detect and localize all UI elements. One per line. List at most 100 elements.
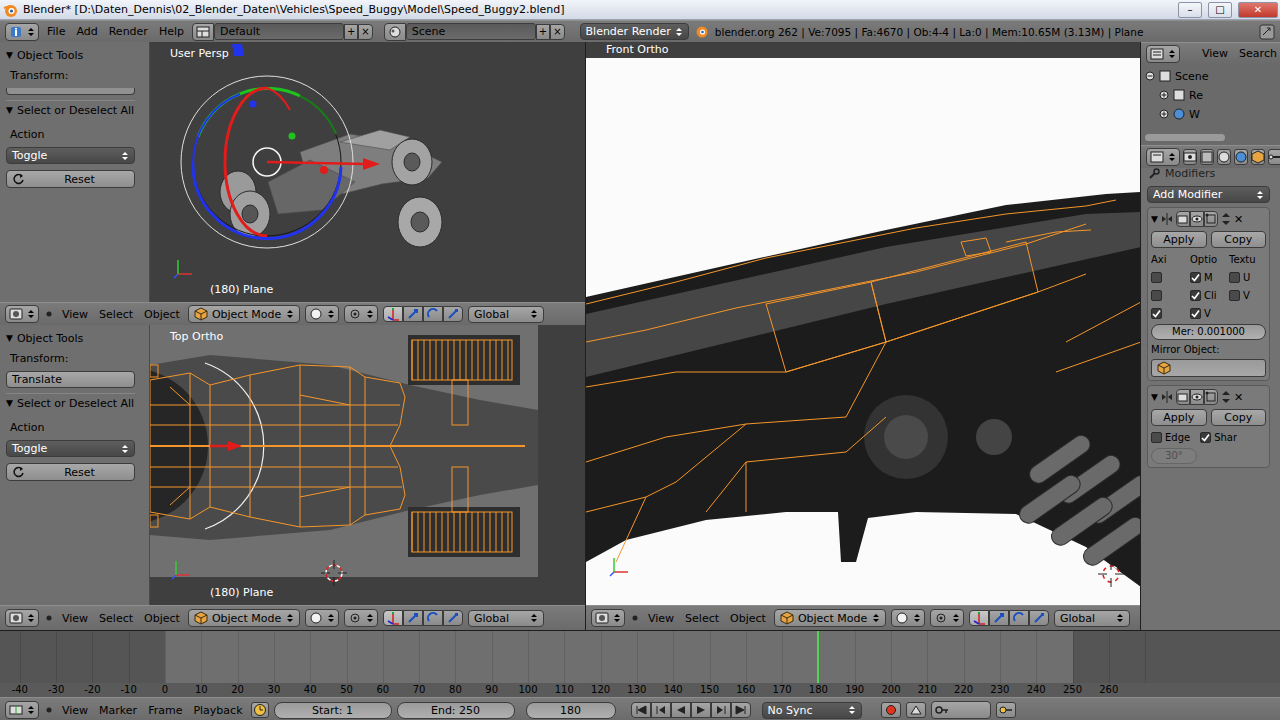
mirror-object-field[interactable]: [1151, 359, 1266, 377]
checkbox[interactable]: [1190, 290, 1201, 301]
shading-dropdown[interactable]: [891, 609, 925, 627]
checkbox[interactable]: [1229, 272, 1240, 283]
properties-editor-button[interactable]: [1146, 148, 1180, 166]
jump-end-button[interactable]: [731, 702, 751, 718]
viewport-canvas[interactable]: Top Ortho(180) Plane: [150, 325, 585, 605]
menu-item[interactable]: Select: [96, 611, 136, 626]
mode-dropdown[interactable]: Object Mode: [188, 305, 300, 323]
panel-header[interactable]: ▼Select or Deselect All: [6, 393, 135, 412]
menu-item[interactable]: View: [645, 611, 677, 626]
scale-button[interactable]: [443, 306, 463, 322]
layout-name-field[interactable]: Default: [214, 23, 344, 40]
maximize-button[interactable]: □: [1208, 2, 1232, 18]
menu-item[interactable]: View: [59, 611, 91, 626]
prev-keyframe-button[interactable]: [651, 702, 671, 718]
menu-item[interactable]: Playback: [190, 703, 245, 718]
play-reverse-button[interactable]: [671, 702, 691, 718]
render-engine-dropdown[interactable]: Blender Render: [580, 23, 689, 40]
next-keyframe-button[interactable]: [711, 702, 731, 718]
panel-header[interactable]: ▼Select or Deselect All: [6, 100, 135, 119]
rotate-button[interactable]: [423, 610, 443, 626]
checkbox[interactable]: [1151, 272, 1162, 283]
layout-browse[interactable]: [192, 23, 214, 41]
menu-toggle-icon[interactable]: [44, 705, 54, 715]
menu-item[interactable]: View: [59, 307, 91, 322]
manipulator-toggle-button[interactable]: [969, 610, 989, 626]
info-editor-button[interactable]: [5, 23, 39, 41]
menu-item[interactable]: Marker: [96, 703, 140, 718]
menu-item[interactable]: Select: [96, 307, 136, 322]
copy-button[interactable]: Copy: [1211, 231, 1267, 248]
render-toggle[interactable]: [1176, 389, 1190, 405]
checkbox[interactable]: [1151, 290, 1162, 301]
checkbox-option[interactable]: Cli: [1190, 288, 1227, 302]
move-updown-icon[interactable]: [1220, 212, 1232, 226]
expand-toggle[interactable]: [1159, 90, 1169, 100]
outliner-item[interactable]: Re: [1145, 87, 1276, 103]
delete-layout-button[interactable]: ×: [358, 24, 372, 40]
checkbox-option[interactable]: [1151, 306, 1188, 320]
collapse-icon[interactable]: ▼: [1151, 214, 1158, 224]
checkbox[interactable]: [1151, 308, 1162, 319]
mode-dropdown[interactable]: Object Mode: [774, 609, 886, 627]
scale-button[interactable]: [1029, 610, 1049, 626]
transform-button[interactable]: [6, 88, 135, 95]
collapse-icon[interactable]: ▼: [6, 50, 13, 60]
remove-modifier-button[interactable]: ✕: [1234, 213, 1243, 226]
render-tab[interactable]: [1183, 149, 1197, 165]
checkbox-option[interactable]: Shar: [1200, 430, 1237, 444]
minimize-button[interactable]: –: [1178, 2, 1202, 18]
render-layers-tab[interactable]: [1200, 149, 1214, 165]
play-button[interactable]: [691, 702, 711, 718]
viewport-canvas[interactable]: Front Ortho: [586, 42, 1140, 605]
translate-button[interactable]: [403, 306, 423, 322]
expand-toggle[interactable]: [1145, 71, 1155, 81]
transform-button[interactable]: Translate: [6, 371, 135, 388]
rotate-button[interactable]: [1009, 610, 1029, 626]
menu-item[interactable]: Help: [156, 24, 187, 39]
auto-keying-button[interactable]: [881, 702, 901, 718]
outliner-item[interactable]: W: [1145, 106, 1276, 122]
remove-modifier-button[interactable]: ✕: [1234, 391, 1243, 404]
viewport-toggle[interactable]: [1190, 389, 1204, 405]
collapse-icon[interactable]: ▼: [6, 333, 13, 343]
menu-item[interactable]: Object: [727, 611, 769, 626]
viewport-toggle[interactable]: [1190, 211, 1204, 227]
apply-button[interactable]: Apply: [1151, 231, 1207, 248]
world-tab[interactable]: [1234, 149, 1248, 165]
delete-scene-button[interactable]: ×: [550, 24, 564, 40]
reset-button[interactable]: Reset: [6, 463, 135, 481]
editmode-toggle[interactable]: [1204, 389, 1218, 405]
menu-item[interactable]: File: [44, 24, 68, 39]
render-toggle[interactable]: [1176, 211, 1190, 227]
apply-button[interactable]: Apply: [1151, 409, 1207, 426]
scale-button[interactable]: [443, 610, 463, 626]
panel-header[interactable]: ▼Object Tools: [6, 46, 135, 64]
keying-set-dropdown[interactable]: [931, 701, 991, 719]
manipulator-toggle-button[interactable]: [383, 306, 403, 322]
checkbox-option[interactable]: M: [1190, 270, 1227, 284]
timeline-editor-button[interactable]: [5, 701, 39, 719]
orientation-dropdown[interactable]: Global: [468, 306, 544, 323]
translate-button[interactable]: [989, 610, 1009, 626]
editmode-toggle[interactable]: [1204, 211, 1218, 227]
current-frame-field[interactable]: 180: [526, 702, 616, 719]
pivot-dropdown[interactable]: [344, 609, 378, 627]
menu-toggle-icon[interactable]: [44, 613, 54, 623]
jump-start-button[interactable]: [631, 702, 651, 718]
checkbox-option[interactable]: V: [1229, 288, 1266, 302]
keying-set-button[interactable]: [906, 702, 926, 718]
collapse-icon[interactable]: ▼: [6, 398, 13, 408]
menu-item[interactable]: Render: [106, 24, 151, 39]
checkbox[interactable]: [1151, 432, 1162, 443]
action-dropdown[interactable]: Toggle: [6, 440, 135, 457]
orientation-dropdown[interactable]: Global: [468, 610, 544, 627]
sync-dropdown[interactable]: No Sync: [762, 702, 862, 719]
pivot-dropdown[interactable]: [930, 609, 964, 627]
checkbox-option[interactable]: [1151, 288, 1188, 302]
collapse-icon[interactable]: ▼: [1151, 392, 1158, 402]
editor-type-button[interactable]: [5, 609, 39, 627]
menu-toggle-icon[interactable]: [44, 309, 54, 319]
viewport-canvas[interactable]: User Persp(180) Plane: [150, 42, 585, 302]
action-dropdown[interactable]: Toggle: [6, 147, 135, 164]
